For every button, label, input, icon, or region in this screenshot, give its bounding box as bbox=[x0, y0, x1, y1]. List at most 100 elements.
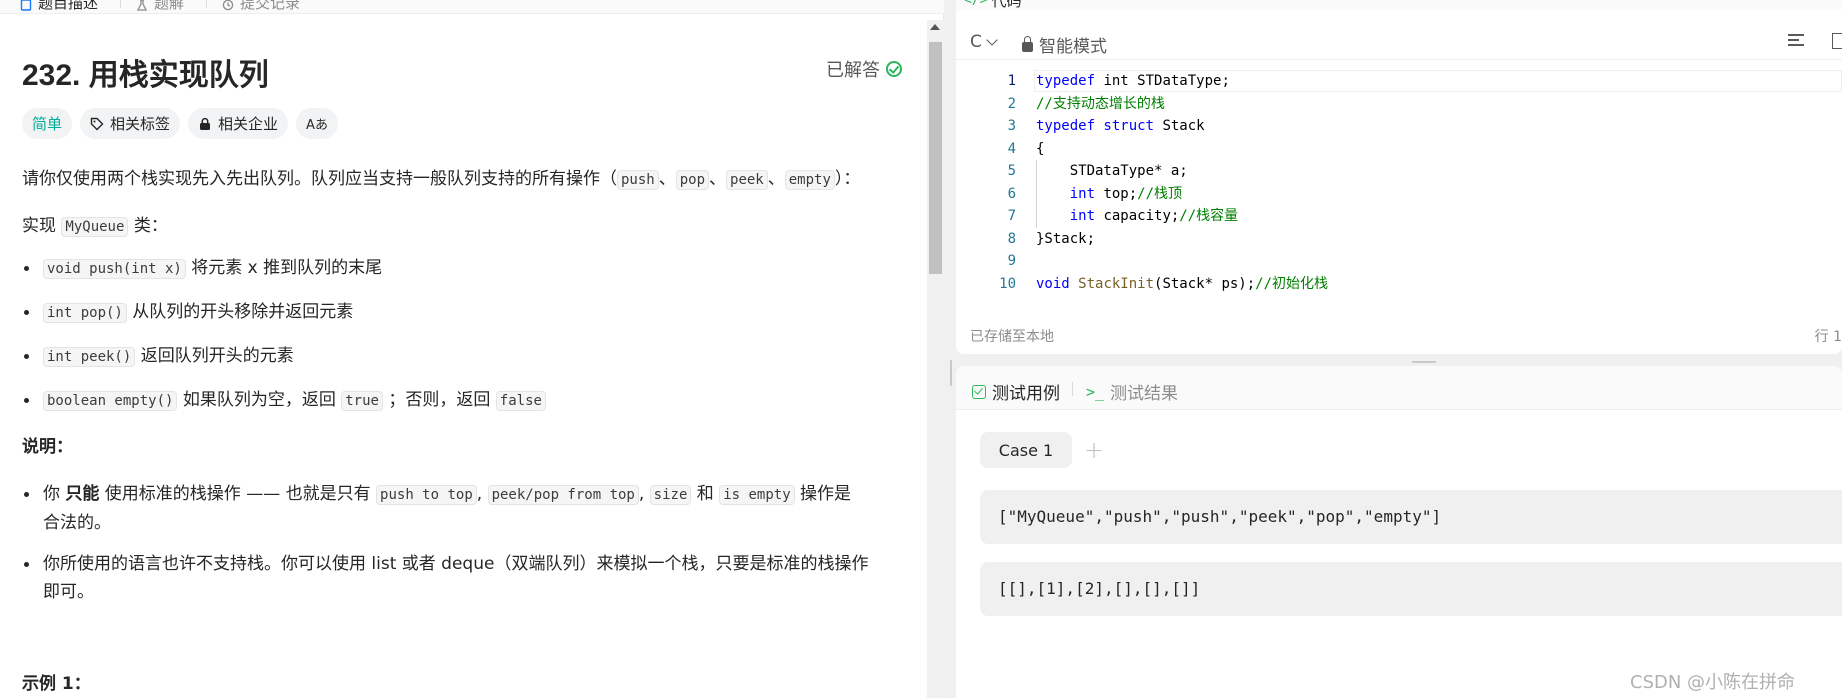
tab-submissions[interactable]: 提交记录 bbox=[222, 0, 300, 13]
tab-test-results[interactable]: >_ 测试结果 bbox=[1086, 379, 1178, 405]
code-token: capacity; bbox=[1103, 208, 1180, 224]
code-line: 8 }Stack; bbox=[956, 228, 1842, 250]
list-item: 你 只能 使用标准的栈操作 —— 也就是只有 push to top, peek… bbox=[22, 480, 882, 537]
note-text: 你所使用的语言也许不支持栈。你可以使用 list 或者 deque（双端队列）来… bbox=[43, 554, 869, 574]
line-number: 9 bbox=[1007, 253, 1016, 269]
inline-code: peek bbox=[726, 170, 768, 190]
translate-icon: Aあ bbox=[306, 118, 328, 133]
language-label: C bbox=[970, 32, 982, 52]
code-line: 5 STDataType* a; bbox=[956, 160, 1842, 182]
related-companies-button[interactable]: 相关企业 bbox=[188, 108, 289, 139]
code-panel-header: </> 代码 bbox=[956, 0, 1842, 10]
method-description: 将元素 x 推到队列的末尾 bbox=[185, 258, 383, 278]
tab-solutions-label: 题解 bbox=[154, 0, 185, 12]
inline-code: push to top bbox=[376, 485, 477, 505]
code-line: 9 bbox=[956, 250, 1842, 272]
bookmark-icon[interactable] bbox=[1832, 33, 1842, 49]
intro-text-end: ）： bbox=[834, 169, 861, 189]
editor-status-bar: 已存储至本地 行 1 bbox=[956, 318, 1842, 348]
code-line: 2 //支持动态增长的栈 bbox=[956, 93, 1842, 115]
tab-separator bbox=[206, 0, 207, 8]
inline-code: void push(int x) bbox=[43, 259, 186, 279]
list-item: int peek() 返回队列开头的元素 bbox=[22, 342, 294, 371]
intro-separator: 、 bbox=[767, 169, 785, 189]
method-description: ；否则，返回 bbox=[382, 390, 496, 410]
list-item: void push(int x) 将元素 x 推到队列的末尾 bbox=[22, 254, 382, 283]
list-item: int pop() 从队列的开头移除并返回元素 bbox=[22, 298, 353, 327]
inline-code: int pop() bbox=[43, 303, 127, 323]
language-select[interactable]: C bbox=[970, 32, 998, 52]
implement-line: 实现 MyQueue 类： bbox=[22, 212, 168, 241]
panel-resize-handle[interactable] bbox=[1412, 361, 1436, 363]
code-text: typedef int STDataType; bbox=[1036, 70, 1230, 92]
related-tags-label: 相关标签 bbox=[110, 115, 171, 133]
testcase-input[interactable]: ["MyQueue","push","push","peek","pop","e… bbox=[980, 490, 1842, 544]
code-editor[interactable]: 1 typedef int STDataType; 2 //支持动态增长的栈 3 type… bbox=[956, 70, 1842, 300]
inline-code: empty bbox=[784, 170, 835, 190]
format-icon[interactable] bbox=[1788, 34, 1804, 48]
vertical-resize-handle[interactable] bbox=[950, 360, 952, 386]
smart-mode-label: 智能模式 bbox=[1039, 37, 1107, 57]
code-line: 3 typedef struct Stack bbox=[956, 115, 1842, 137]
chevron-down-icon bbox=[986, 34, 998, 46]
tab-separator bbox=[1072, 382, 1073, 396]
code-tab-label: 代码 bbox=[991, 0, 1022, 10]
case-tab[interactable]: Case 1 bbox=[980, 432, 1072, 468]
code-text: //支持动态增长的栈 bbox=[1036, 93, 1165, 115]
line-number: 2 bbox=[1007, 95, 1016, 112]
tab-testcases[interactable]: 测试用例 bbox=[972, 379, 1060, 404]
testcase-input[interactable]: [[],[1],[2],[],[],[]] bbox=[980, 562, 1842, 616]
notes-title: 说明： bbox=[22, 437, 73, 457]
method-description: 返回队列开头的元素 bbox=[135, 346, 294, 366]
document-icon bbox=[20, 0, 32, 11]
code-token: int bbox=[1036, 185, 1104, 202]
difficulty-label: 简单 bbox=[32, 115, 63, 133]
tab-description[interactable]: 题目描述 bbox=[20, 0, 98, 13]
inline-code: MyQueue bbox=[61, 217, 129, 237]
inline-code: push bbox=[617, 170, 659, 190]
case-tab-label: Case 1 bbox=[998, 440, 1054, 460]
scroll-up-arrow-icon[interactable] bbox=[930, 24, 940, 30]
code-brackets-icon: </> bbox=[964, 0, 988, 8]
problem-title: 232. 用栈实现队列 bbox=[22, 59, 269, 92]
tag-icon bbox=[90, 117, 104, 131]
problem-tags: 简单 相关标签 相关企业 Aあ bbox=[22, 108, 338, 139]
editor-toolbar: C 智能模式 bbox=[956, 24, 1842, 60]
check-circle-icon bbox=[886, 61, 902, 77]
code-line: 4{ bbox=[956, 138, 1842, 160]
cursor-position: 行 1 bbox=[1814, 329, 1842, 345]
code-text: int top;//栈顶 bbox=[1036, 183, 1182, 205]
code-tab[interactable]: </> 代码 bbox=[964, 0, 1022, 11]
smart-mode-toggle[interactable]: 智能模式 bbox=[1022, 32, 1107, 57]
watermark: CSDN @小陈在拼命 bbox=[1630, 672, 1796, 693]
translate-button[interactable]: Aあ bbox=[296, 108, 338, 139]
code-token: { bbox=[1036, 140, 1045, 157]
code-token: //支持动态增长的栈 bbox=[1036, 95, 1165, 112]
code-text: STDataType* a; bbox=[1036, 160, 1188, 182]
code-token: STDataType; bbox=[1137, 73, 1230, 89]
code-token: //栈容量 bbox=[1179, 208, 1239, 224]
list-item: 你所使用的语言也许不支持栈。你可以使用 list 或者 deque（双端队列）来… bbox=[22, 550, 882, 606]
code-token: Stack bbox=[1162, 118, 1205, 134]
code-token: STDataType* a; bbox=[1036, 163, 1188, 179]
tab-solutions[interactable]: 题解 bbox=[136, 0, 184, 13]
note-text: 和 bbox=[691, 484, 720, 504]
line-number: 8 bbox=[1007, 230, 1016, 247]
tab-submissions-label: 提交记录 bbox=[240, 0, 301, 12]
note-emphasis: 只能 bbox=[65, 484, 100, 504]
code-line: 1 typedef int STDataType; bbox=[956, 70, 1842, 92]
inline-code: size bbox=[649, 485, 692, 505]
related-tags-button[interactable]: 相关标签 bbox=[80, 108, 181, 139]
code-token: }Stack; bbox=[1036, 230, 1096, 247]
inline-code: boolean empty() bbox=[43, 391, 178, 411]
code-token: typedef struct bbox=[1036, 118, 1163, 134]
list-item: boolean empty() 如果队列为空，返回 true ；否则，返回 fa… bbox=[22, 386, 546, 415]
scrollbar-thumb[interactable] bbox=[929, 42, 942, 274]
code-token: typedef bbox=[1036, 73, 1104, 89]
code-token: //栈顶 bbox=[1137, 185, 1183, 202]
add-case-icon[interactable]: + bbox=[1084, 432, 1104, 468]
code-text: typedef struct Stack bbox=[1036, 115, 1205, 137]
inline-code: is empty bbox=[719, 485, 795, 505]
code-text: }Stack; bbox=[1036, 228, 1095, 250]
history-icon bbox=[222, 0, 234, 10]
